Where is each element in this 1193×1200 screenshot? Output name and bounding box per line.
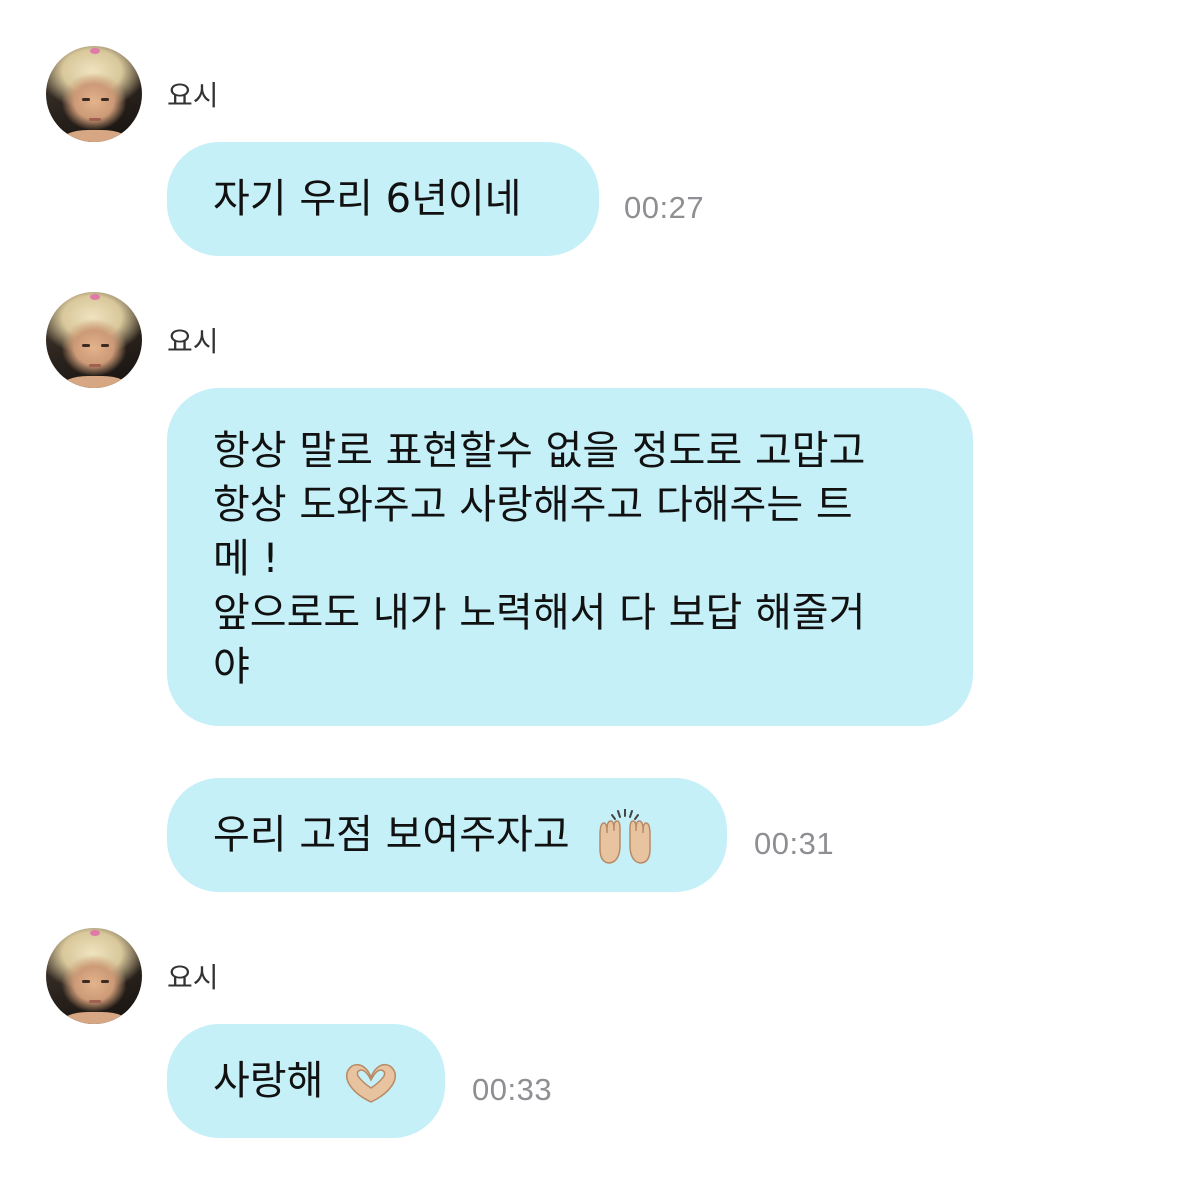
message-bubble[interactable]: 우리 고점 보여주자고	[167, 778, 727, 892]
message-text-line: 항상 말로 표현할수 없을 정도로 고맙고	[213, 428, 866, 474]
sender-name: 요시	[167, 79, 219, 112]
message-timestamp: 00:31	[754, 826, 835, 861]
sender-avatar[interactable]	[46, 928, 142, 1024]
message-text-line: 야	[213, 644, 250, 690]
sender-name: 요시	[167, 961, 219, 994]
message-bubble[interactable]: 항상 말로 표현할수 없을 정도로 고맙고 항상 도와주고 사랑해주고 다해주는…	[167, 388, 973, 726]
message-bubble[interactable]: 자기 우리 6년이네	[167, 142, 599, 256]
sender-avatar[interactable]	[46, 46, 142, 142]
message-timestamp: 00:33	[472, 1072, 553, 1107]
message-text-line: 메 !	[213, 536, 279, 582]
message-text: 자기 우리 6년이네	[213, 176, 522, 222]
message-text: 사랑해	[213, 1058, 324, 1104]
sender-name: 요시	[167, 325, 219, 358]
message-text: 우리 고점 보여주자고	[213, 812, 570, 858]
heart-hands-icon	[346, 1063, 397, 1103]
message-text-line: 항상 도와주고 사랑해주고 다해주는 트	[213, 482, 853, 528]
raising-hands-icon	[599, 809, 652, 864]
sender-avatar[interactable]	[46, 292, 142, 388]
message-timestamp: 00:27	[624, 190, 705, 225]
message-bubble[interactable]: 사랑해	[167, 1024, 445, 1138]
message-text-line: 앞으로도 내가 노력해서 다 보답 해줄거	[213, 590, 866, 636]
